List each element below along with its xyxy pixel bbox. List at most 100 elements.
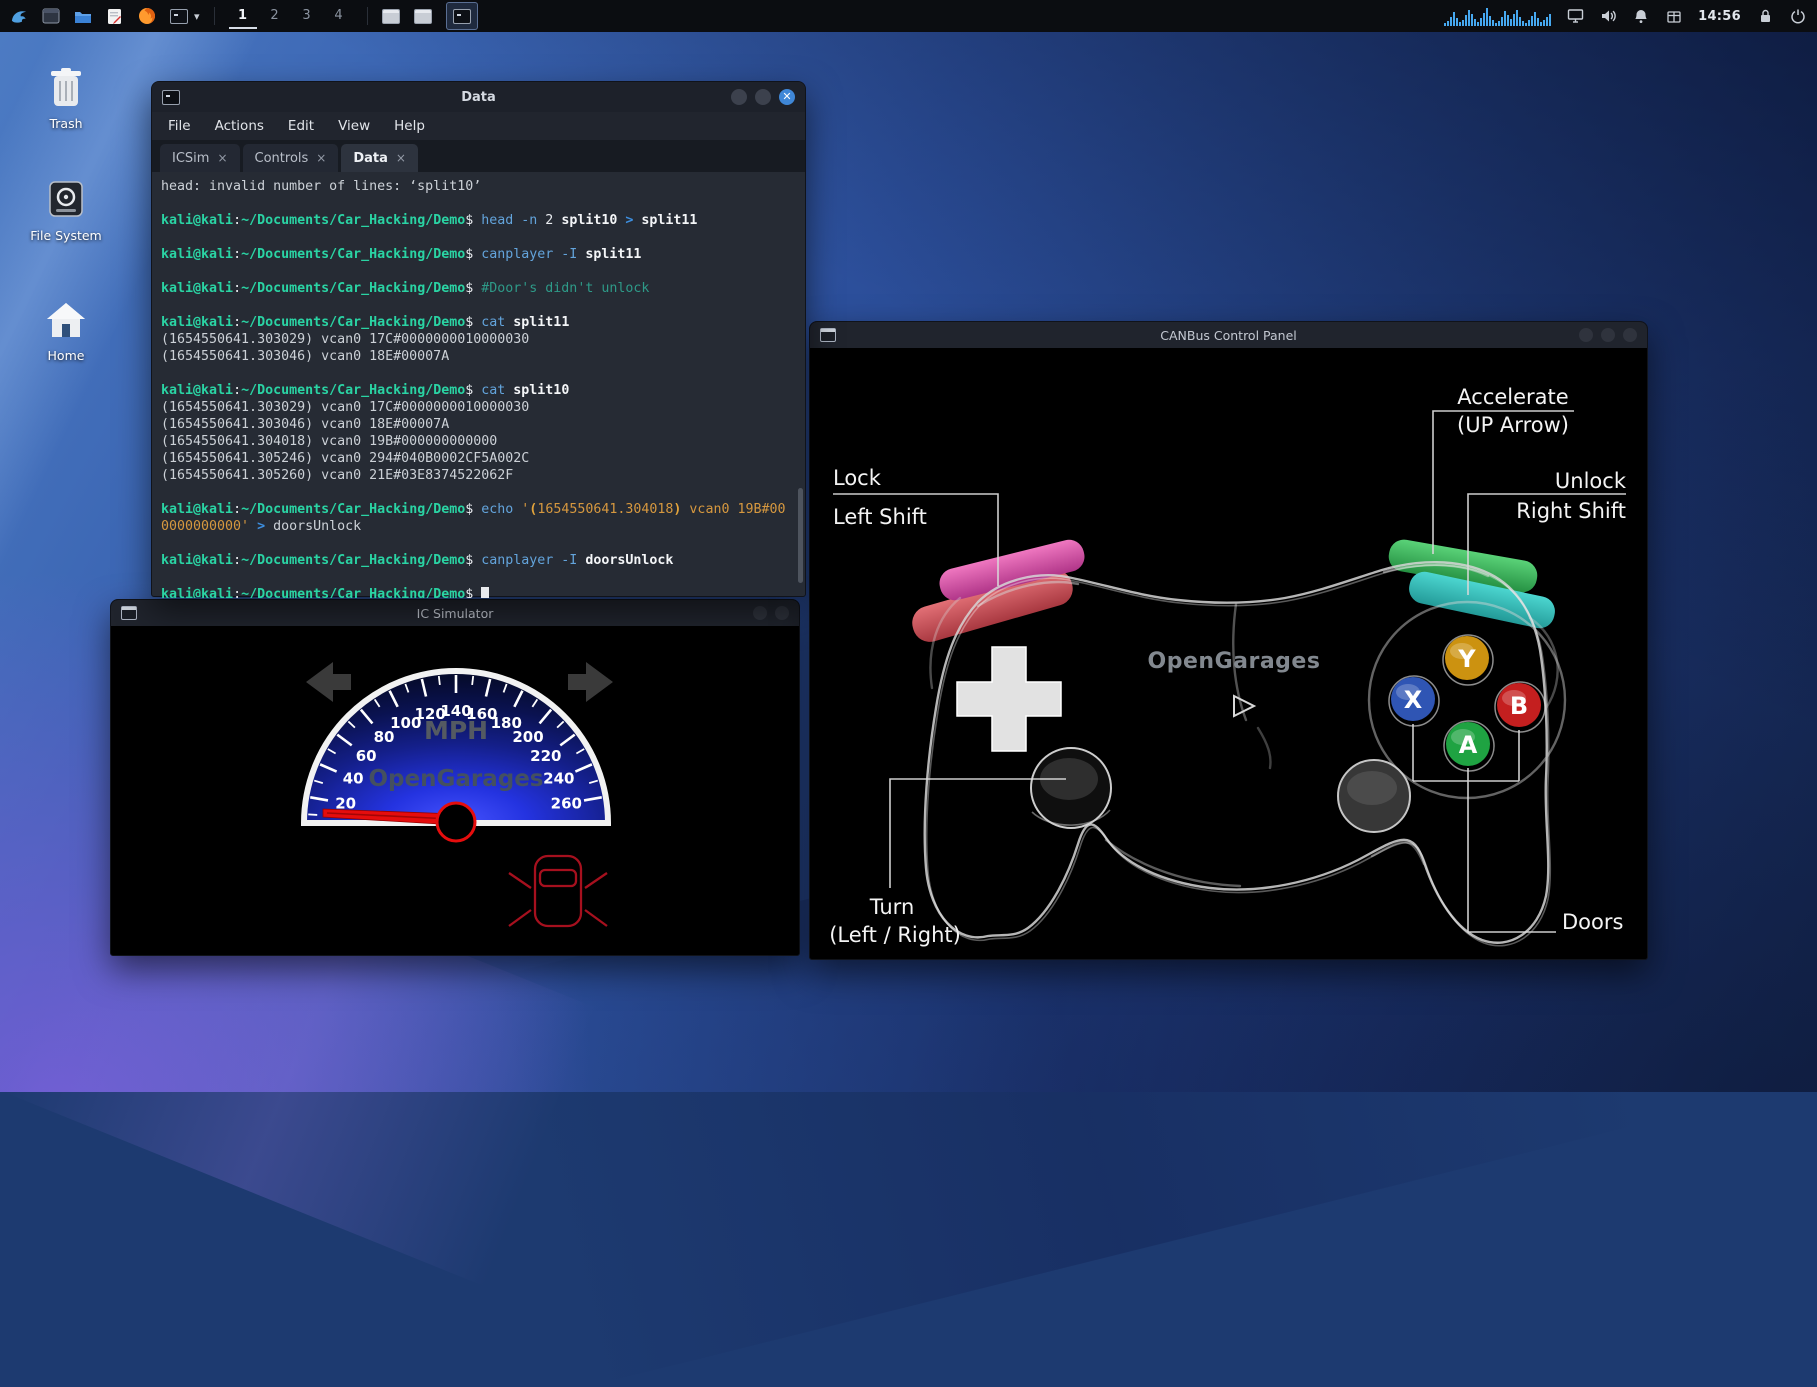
- svg-text:200: 200: [512, 728, 543, 746]
- audio-visualizer: [1444, 6, 1551, 26]
- desktop-icon-label: File System: [18, 228, 114, 243]
- svg-text:240: 240: [543, 770, 574, 788]
- terminal-line: kali@kali:~/Documents/Car_Hacking/Demo$: [161, 586, 805, 598]
- chevron-down-icon[interactable]: ▾: [194, 10, 200, 23]
- terminal-line: head: invalid number of lines: ‘split10’: [161, 178, 805, 195]
- door-status-car-icon: [509, 856, 607, 926]
- svg-text:60: 60: [356, 747, 377, 765]
- menu-item-edit[interactable]: Edit: [288, 118, 314, 134]
- maximize-button[interactable]: [1601, 328, 1615, 342]
- tab-icsim[interactable]: ICSim×: [160, 144, 240, 172]
- tab-close-icon[interactable]: ×: [396, 151, 406, 165]
- close-button[interactable]: ✕: [779, 89, 795, 105]
- terminal-line: [161, 484, 805, 501]
- icsim-window: IC Simulator 204060801001201401601802002…: [110, 599, 800, 956]
- text-editor-icon[interactable]: [106, 7, 124, 25]
- minimize-button[interactable]: [731, 89, 747, 105]
- file-manager-icon[interactable]: [42, 7, 60, 25]
- terminal-line: (1654550641.305246) vcan0 294#040B0002CF…: [161, 450, 805, 467]
- trash-icon: [18, 62, 114, 108]
- package-icon[interactable]: [1665, 7, 1683, 25]
- desktop-icon-file-system[interactable]: File System: [18, 174, 114, 243]
- terminal-line: (1654550641.304018) vcan0 19B#0000000000…: [161, 433, 805, 450]
- svg-text:Y: Y: [1457, 645, 1476, 673]
- terminal-line: [161, 263, 805, 280]
- home-icon: [18, 294, 114, 340]
- workspace-3[interactable]: 3: [293, 3, 321, 27]
- display-icon[interactable]: [1566, 7, 1584, 25]
- tab-data[interactable]: Data×: [341, 144, 418, 172]
- maximize-button[interactable]: [775, 606, 789, 620]
- file-system-icon: [18, 174, 114, 220]
- terminal-window-title: Data: [152, 90, 805, 105]
- desktop-icon-home[interactable]: Home: [18, 294, 114, 363]
- desktop-icon-label: Home: [18, 348, 114, 363]
- svg-text:B: B: [1510, 692, 1528, 720]
- bell-icon[interactable]: [1632, 7, 1650, 25]
- terminal-scrollbar[interactable]: [798, 488, 803, 583]
- label-unlock-key: Right Shift: [1516, 499, 1626, 523]
- terminal-titlebar[interactable]: Data ✕: [152, 82, 805, 112]
- terminal-line: (1654550641.303029) vcan0 17C#0000000010…: [161, 331, 805, 348]
- panel-separator: [367, 7, 368, 25]
- workspace-2[interactable]: 2: [261, 3, 289, 27]
- right-arrow-icon: [568, 662, 613, 702]
- taskbar-window-button-1[interactable]: [382, 7, 400, 25]
- svg-text:220: 220: [530, 747, 561, 765]
- taskbar-terminal-active[interactable]: [446, 2, 478, 30]
- menu-item-help[interactable]: Help: [394, 118, 425, 134]
- menu-item-actions[interactable]: Actions: [215, 118, 264, 134]
- folder-icon[interactable]: [74, 7, 92, 25]
- svg-text:40: 40: [343, 770, 364, 788]
- terminal-line: (1654550641.303046) vcan0 18E#00007A: [161, 348, 805, 365]
- left-analog-stick: [1031, 748, 1111, 828]
- icsim-titlebar[interactable]: IC Simulator: [111, 600, 799, 626]
- tab-close-icon[interactable]: ×: [217, 151, 227, 165]
- terminal-line: kali@kali:~/Documents/Car_Hacking/Demo$ …: [161, 212, 805, 229]
- terminal-line: [161, 569, 805, 586]
- close-button[interactable]: [1623, 328, 1637, 342]
- volume-icon[interactable]: [1599, 7, 1617, 25]
- label-unlock: Unlock: [1555, 469, 1627, 493]
- dpad: [957, 647, 1061, 751]
- gauge-hub: [437, 803, 475, 841]
- canbus-titlebar[interactable]: CANBus Control Panel: [810, 322, 1647, 348]
- svg-text:X: X: [1404, 686, 1423, 714]
- label-turn: Turn: [869, 895, 915, 919]
- tab-close-icon[interactable]: ×: [316, 151, 326, 165]
- terminal-icon[interactable]: [170, 7, 188, 25]
- button-b: B: [1495, 682, 1545, 732]
- controller-diagram: Y X B A OpenGarages: [810, 348, 1649, 961]
- desktop-icon-trash[interactable]: Trash: [18, 62, 114, 131]
- workspace-switcher[interactable]: 1234: [229, 3, 353, 29]
- terminal-line: kali@kali:~/Documents/Car_Hacking/Demo$ …: [161, 280, 805, 297]
- terminal-cursor: [481, 587, 489, 598]
- canbus-window-title: CANBus Control Panel: [810, 328, 1647, 343]
- label-accelerate-key: (UP Arrow): [1457, 413, 1569, 437]
- power-icon[interactable]: [1789, 7, 1807, 25]
- lock-icon[interactable]: [1756, 7, 1774, 25]
- minimize-button[interactable]: [1579, 328, 1593, 342]
- button-y: Y: [1443, 635, 1493, 685]
- panel-clock[interactable]: 14:56: [1698, 9, 1741, 24]
- label-lock-key: Left Shift: [833, 505, 927, 529]
- top-panel: ▾ 1234 14:56: [0, 0, 1817, 32]
- workspace-1[interactable]: 1: [229, 3, 257, 29]
- terminal-body[interactable]: head: invalid number of lines: ‘split10’…: [152, 172, 805, 598]
- menu-item-file[interactable]: File: [168, 118, 191, 134]
- firefox-icon[interactable]: [138, 7, 156, 25]
- terminal-menubar: File Actions Edit View Help: [152, 112, 805, 140]
- minimize-button[interactable]: [753, 606, 767, 620]
- workspace-4[interactable]: 4: [325, 3, 353, 27]
- terminal-line: (1654550641.303046) vcan0 18E#00007A: [161, 416, 805, 433]
- maximize-button[interactable]: [755, 89, 771, 105]
- tab-controls[interactable]: Controls×: [243, 144, 339, 172]
- terminal-line: [161, 365, 805, 382]
- icsim-window-icon: [121, 606, 137, 620]
- kali-menu-icon[interactable]: [10, 7, 28, 25]
- terminal-line: [161, 297, 805, 314]
- button-a: A: [1444, 721, 1494, 771]
- canbus-brand-label: OpenGarages: [1148, 649, 1321, 674]
- menu-item-view[interactable]: View: [338, 118, 370, 134]
- taskbar-window-button-2[interactable]: [414, 7, 432, 25]
